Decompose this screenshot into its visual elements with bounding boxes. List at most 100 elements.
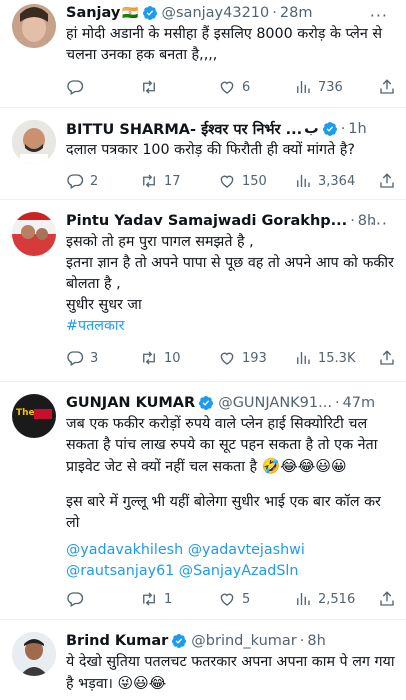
avatar[interactable]: The — [12, 394, 56, 438]
share-button[interactable] — [378, 172, 396, 190]
views-button[interactable]: 15.3K — [294, 349, 355, 367]
reply-button[interactable] — [66, 590, 90, 608]
author-handle[interactable]: @brind_kumar — [191, 633, 296, 649]
separator: · — [334, 395, 340, 411]
reply-count: 3 — [90, 350, 99, 366]
reply-icon — [67, 351, 84, 366]
like-icon — [220, 593, 234, 606]
tweet-header: Brind Kumar @brind_kumar · 8h — [66, 630, 398, 652]
views-count: 2,516 — [318, 591, 356, 607]
tweet-header: BITTU SHARMA- ईश्वर पर निर्भर ... ب · 1h — [66, 118, 398, 140]
retweet-icon — [143, 351, 155, 365]
author-name[interactable]: BITTU SHARMA- ईश्वर पर निर्भर ... — [66, 119, 302, 139]
author-name-suffix: ب — [304, 121, 319, 137]
share-button[interactable] — [378, 349, 396, 367]
views-icon — [297, 593, 310, 605]
like-button[interactable]: 6 — [218, 78, 250, 96]
tweet[interactable]: Brind Kumar @brind_kumar · 8h ये देखो सु… — [0, 620, 406, 700]
tweet-header: GUNJAN KUMAR @GUNJANK91... · 47m — [66, 392, 398, 414]
views-icon — [297, 352, 310, 364]
like-count: 193 — [242, 350, 267, 366]
views-button[interactable]: 736 — [294, 78, 343, 96]
retweet-button[interactable] — [140, 78, 164, 96]
like-icon — [220, 352, 234, 365]
verified-badge-icon — [199, 396, 214, 410]
tweet-header: Sanjay 🇮🇳 @sanjay43210 · 28m — [66, 2, 398, 24]
views-icon — [297, 175, 310, 187]
views-count: 15.3K — [318, 350, 356, 366]
share-icon — [380, 173, 394, 188]
separator: · — [299, 633, 305, 649]
views-button[interactable]: 2,516 — [294, 590, 355, 608]
like-button[interactable]: 193 — [218, 349, 267, 367]
like-button[interactable]: 5 — [218, 590, 250, 608]
emoji-run: 🤣😂😂😃😀 — [261, 457, 347, 475]
reply-count: 2 — [90, 173, 99, 189]
tweet[interactable]: The GUNJAN KUMAR @GUNJANK91... · 47m जब … — [0, 382, 406, 620]
tweet-text-body: ये देखो सुतिया पतलचट फतरकार अपना अपना का… — [66, 654, 400, 692]
tweet-text: हां मोदी अडानी के मसीहा हैं इसलिए 8000 क… — [66, 26, 387, 63]
reply-button[interactable]: 3 — [66, 349, 98, 367]
reply-button[interactable]: 2 — [66, 172, 98, 190]
author-name[interactable]: Pintu Yadav Samajwadi Gorakhp... — [66, 213, 347, 229]
avatar[interactable] — [12, 4, 56, 48]
separator: · — [350, 213, 355, 229]
retweet-button[interactable]: 17 — [140, 172, 181, 190]
share-icon — [380, 79, 394, 94]
more-icon[interactable]: ··· — [370, 6, 388, 25]
timestamp[interactable]: 28m — [280, 5, 313, 21]
retweet-icon — [143, 174, 155, 188]
timestamp[interactable]: 47m — [343, 395, 376, 411]
reply-button[interactable] — [66, 78, 90, 96]
share-icon — [380, 350, 394, 365]
timestamp[interactable]: 8h — [307, 633, 325, 649]
reply-icon — [67, 174, 84, 189]
retweet-icon — [143, 592, 155, 606]
timestamp[interactable]: 1h — [348, 121, 366, 137]
views-count: 736 — [318, 79, 343, 95]
like-icon — [220, 81, 234, 94]
author-handle[interactable]: @sanjay43210 — [162, 5, 270, 21]
tweet-header: Pintu Yadav Samajwadi Gorakhp... · 8h — [66, 210, 398, 232]
author-name[interactable]: Sanjay — [66, 5, 120, 21]
verified-badge-icon — [172, 634, 187, 648]
emoji-run: 😜😃😂 — [117, 674, 167, 692]
tweet-actions: 3 10 193 15.3K — [66, 347, 398, 369]
tweet[interactable]: Sanjay 🇮🇳 @sanjay43210 · 28m ··· हां मोद… — [0, 0, 406, 108]
views-button[interactable]: 3,364 — [294, 172, 355, 190]
flag-icon: 🇮🇳 — [122, 5, 139, 21]
retweet-button[interactable]: 10 — [140, 349, 181, 367]
avatar-logo-mark — [34, 409, 52, 419]
separator: · — [340, 121, 346, 137]
share-button[interactable] — [378, 590, 396, 608]
like-count: 6 — [242, 79, 251, 95]
avatar[interactable] — [12, 120, 56, 164]
tweet-actions: 6 736 — [66, 76, 398, 98]
avatar[interactable] — [12, 212, 56, 256]
author-name[interactable]: GUNJAN KUMAR — [66, 395, 195, 411]
retweet-count: 17 — [164, 173, 181, 189]
hashtag-link[interactable]: #पतलकार — [66, 316, 398, 337]
reply-icon — [67, 80, 84, 95]
share-icon — [380, 591, 394, 606]
tweet-actions: 1 5 2,516 — [66, 588, 398, 610]
avatar-logo-text: The — [16, 408, 35, 418]
mention-links[interactable]: @rautsanjay61 @SanjayAzadSln — [66, 561, 398, 582]
tweet[interactable]: BITTU SHARMA- ईश्वर पर निर्भर ... ب · 1h… — [0, 108, 406, 200]
avatar[interactable] — [12, 632, 56, 676]
share-button[interactable] — [378, 78, 396, 96]
retweet-count: 1 — [164, 591, 173, 607]
retweet-button[interactable]: 1 — [140, 590, 172, 608]
separator: · — [272, 5, 277, 21]
verified-badge-icon — [142, 6, 157, 20]
author-name[interactable]: Brind Kumar — [66, 633, 168, 649]
mention-links[interactable]: @yadavakhilesh @yadavtejashwi — [66, 540, 398, 561]
more-icon[interactable]: ··· — [370, 214, 388, 233]
reply-icon — [67, 592, 84, 607]
like-icon — [220, 175, 234, 188]
like-button[interactable]: 150 — [218, 172, 267, 190]
author-handle[interactable]: @GUNJANK91... — [218, 395, 332, 411]
timeline-feed: Sanjay 🇮🇳 @sanjay43210 · 28m ··· हां मोद… — [0, 0, 406, 700]
tweet-text-secondary: इस बारे में गुल्लू भी यहीं बोलेगा सुधीर … — [66, 494, 386, 531]
tweet[interactable]: Pintu Yadav Samajwadi Gorakhp... · 8h ··… — [0, 200, 406, 382]
